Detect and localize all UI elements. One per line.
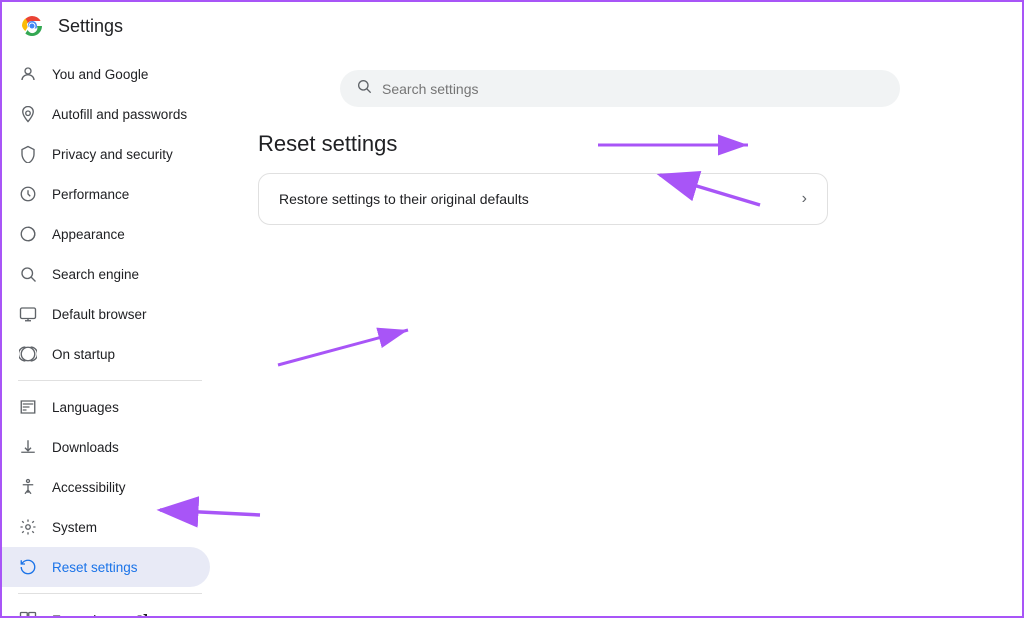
- sidebar-item-label: Extensions: [52, 613, 118, 617]
- sidebar-item-autofill[interactable]: Autofill and passwords: [2, 94, 210, 134]
- sidebar-item-privacy[interactable]: Privacy and security: [2, 134, 210, 174]
- sidebar-item-performance[interactable]: Performance: [2, 174, 210, 214]
- sidebar-item-label: Appearance: [52, 227, 125, 242]
- extensions-icon: [18, 610, 38, 616]
- search-icon: [18, 264, 38, 284]
- header: Settings: [2, 2, 1022, 50]
- sidebar-item-appearance[interactable]: Appearance: [2, 214, 210, 254]
- sidebar-item-accessibility[interactable]: Accessibility: [2, 467, 210, 507]
- restore-defaults-item[interactable]: Restore settings to their original defau…: [259, 174, 827, 224]
- external-link-icon: [136, 613, 148, 617]
- chrome-logo-icon: [18, 12, 46, 40]
- search-input[interactable]: [382, 81, 884, 97]
- sidebar-item-extensions[interactable]: Extensions: [2, 600, 210, 616]
- sidebar-item-label: System: [52, 520, 97, 535]
- sidebar-item-reset-settings[interactable]: Reset settings: [2, 547, 210, 587]
- section-title: Reset settings: [258, 131, 982, 157]
- sidebar-item-label: Search engine: [52, 267, 139, 282]
- sidebar-item-languages[interactable]: Languages: [2, 387, 210, 427]
- sidebar: You and Google Autofill and passwords Priv…: [2, 50, 218, 616]
- sidebar-item-label: You and Google: [52, 67, 148, 82]
- palette-icon: [18, 224, 38, 244]
- power-icon: [18, 344, 38, 364]
- person-icon: [18, 64, 38, 84]
- content-area: Reset settings Restore settings to their…: [218, 50, 1022, 616]
- sidebar-item-label: Reset settings: [52, 560, 138, 575]
- reset-icon: [18, 557, 38, 577]
- reset-settings-card: Restore settings to their original defau…: [258, 173, 828, 225]
- section-header: Reset settings: [258, 131, 982, 157]
- sidebar-item-label: On startup: [52, 347, 115, 362]
- sidebar-divider: [18, 593, 202, 594]
- chevron-right-icon: ›: [802, 190, 807, 208]
- sidebar-item-label: Downloads: [52, 440, 119, 455]
- sidebar-item-label: Performance: [52, 187, 129, 202]
- system-icon: [18, 517, 38, 537]
- search-bar: [340, 70, 900, 107]
- search-icon: [356, 78, 372, 99]
- sidebar-item-search-engine[interactable]: Search engine: [2, 254, 210, 294]
- sidebar-divider: [18, 380, 202, 381]
- sidebar-item-label: Languages: [52, 400, 119, 415]
- sidebar-item-system[interactable]: System: [2, 507, 210, 547]
- translate-icon: [18, 397, 38, 417]
- sidebar-item-label: Privacy and security: [52, 147, 173, 162]
- sidebar-item-downloads[interactable]: Downloads: [2, 427, 210, 467]
- accessibility-icon: [18, 477, 38, 497]
- sidebar-item-label: Accessibility: [52, 480, 126, 495]
- restore-defaults-label: Restore settings to their original defau…: [279, 191, 529, 207]
- page-title: Settings: [58, 16, 123, 37]
- sidebar-item-on-startup[interactable]: On startup: [2, 334, 210, 374]
- sidebar-item-label: Default browser: [52, 307, 147, 322]
- main-layout: You and Google Autofill and passwords Priv…: [2, 50, 1022, 616]
- speedometer-icon: [18, 184, 38, 204]
- sidebar-item-label: Autofill and passwords: [52, 107, 187, 122]
- shield-icon: [18, 144, 38, 164]
- sidebar-item-default-browser[interactable]: Default browser: [2, 294, 210, 334]
- monitor-icon: [18, 304, 38, 324]
- download-icon: [18, 437, 38, 457]
- sidebar-item-you-and-google[interactable]: You and Google: [2, 54, 210, 94]
- key-icon: [18, 104, 38, 124]
